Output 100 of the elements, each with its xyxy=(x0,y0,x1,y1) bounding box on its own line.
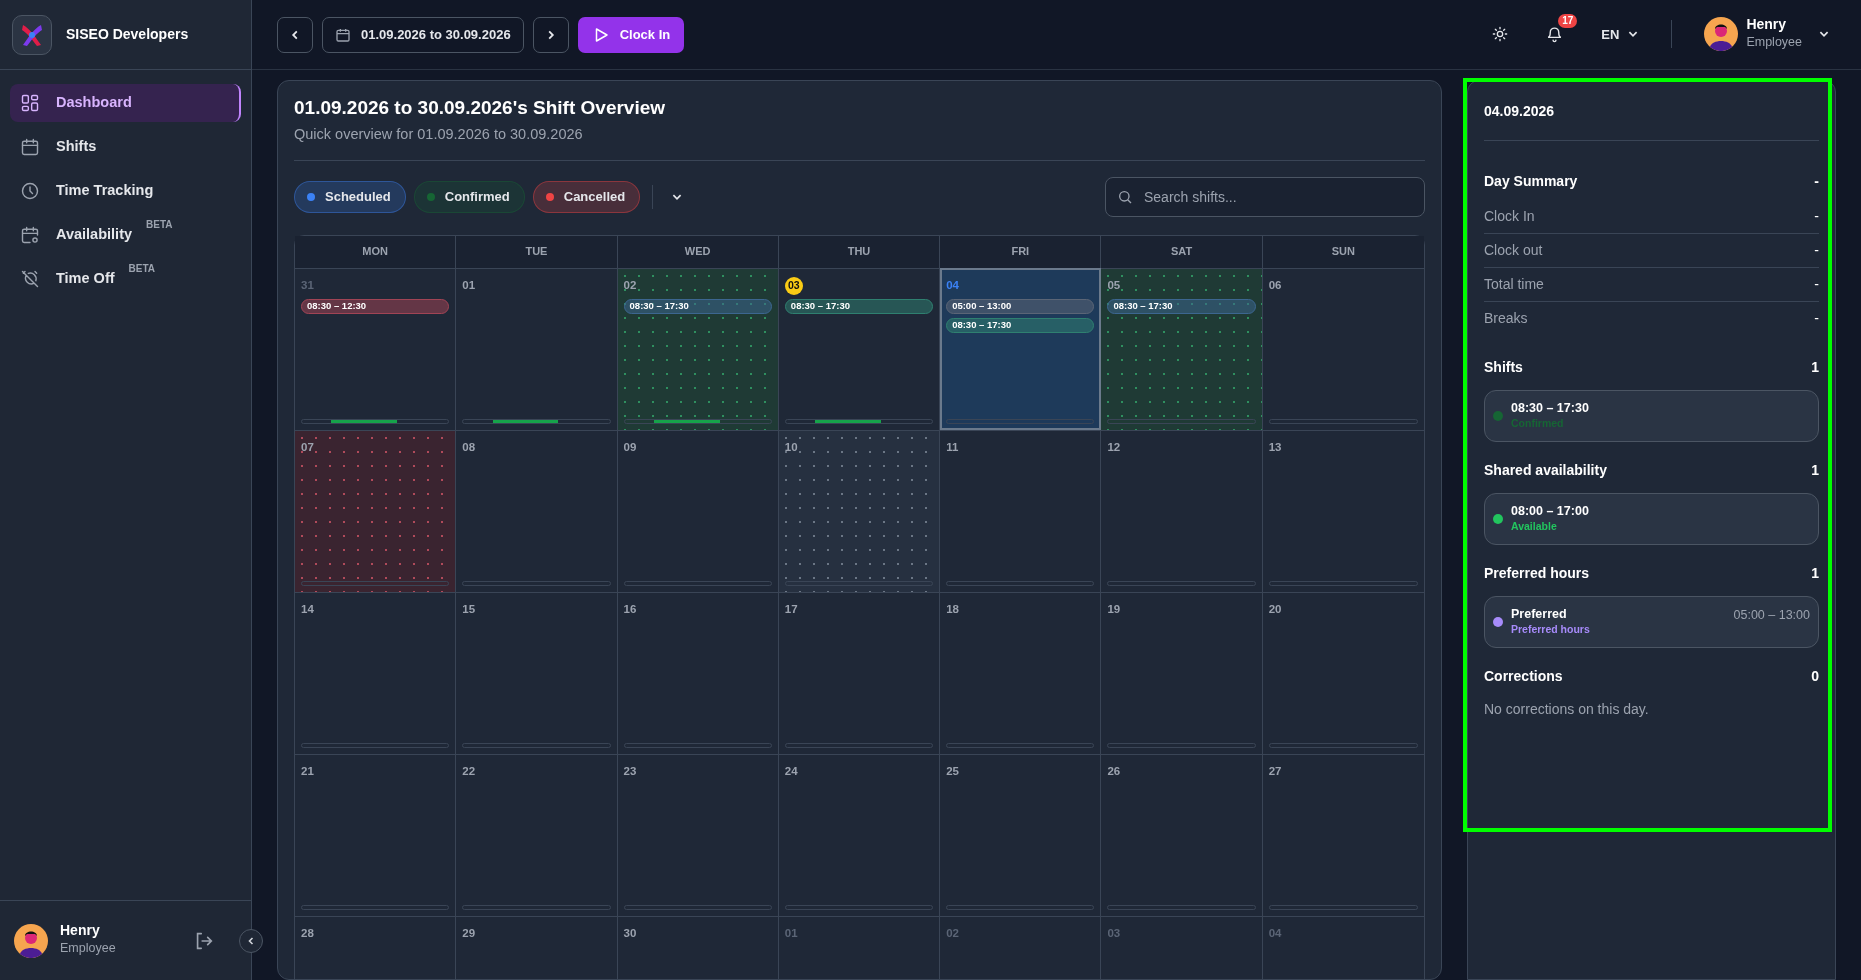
shift-pill[interactable]: 05:00 – 13:00 xyxy=(946,298,1095,314)
day-number: 17 xyxy=(784,601,799,617)
weekday-header: MON xyxy=(295,235,457,268)
search-field[interactable]: Search shifts... xyxy=(1105,176,1425,217)
day-number: 08 xyxy=(462,439,477,455)
shift-pill[interactable]: 08:30 – 17:30 xyxy=(784,298,934,314)
calendar-day-cell[interactable]: 16 xyxy=(617,591,779,754)
sidebar-item[interactable]: Time Off xyxy=(10,260,127,298)
entry-title: Preferred xyxy=(1511,606,1568,623)
calendar-day-cell[interactable]: 12 xyxy=(1101,429,1263,592)
calendar-day-cell[interactable]: 15 xyxy=(456,591,618,754)
sidebar-item[interactable]: Shifts xyxy=(10,128,241,166)
calendar-icon xyxy=(20,137,40,157)
calendar-day-cell[interactable]: 09 xyxy=(617,429,779,592)
calendar-day-cell[interactable]: 26 xyxy=(1101,753,1263,916)
alarm-off-icon xyxy=(20,269,40,289)
calendar-day-cell[interactable]: 18 xyxy=(940,591,1102,754)
calendar-day-cell[interactable]: 02 08:30 – 17:30 xyxy=(617,267,779,430)
calendar-day-cell[interactable]: 28 xyxy=(295,915,457,979)
day-number: 11 xyxy=(946,439,960,455)
calendar-day-cell[interactable]: 14 xyxy=(295,591,457,754)
calendar-day-cell[interactable]: 03 08:30 – 17:30 xyxy=(778,267,941,430)
user-menu[interactable]: Henry Employee xyxy=(1698,11,1836,58)
section-count: 0 xyxy=(1811,667,1819,686)
user-name: Henry xyxy=(1746,17,1788,33)
calendar-day-cell[interactable]: 11 xyxy=(940,429,1102,592)
section-title: Shifts xyxy=(1484,358,1523,377)
date-range-button[interactable]: 01.09.2026 to 30.09.2026 xyxy=(322,16,524,53)
calendar-day-cell[interactable]: 13 xyxy=(1262,429,1424,592)
day-number: 31 xyxy=(301,277,315,293)
calendar-day-cell[interactable]: 27 xyxy=(1262,753,1424,916)
summary-label: Breaks xyxy=(1484,309,1528,328)
section-title: Day Summary xyxy=(1484,172,1578,191)
day-number: 03 xyxy=(784,276,803,295)
day-number: 23 xyxy=(623,763,638,779)
entry-title: 08:00 – 17:00 xyxy=(1511,503,1589,520)
day-number: 30 xyxy=(623,925,638,941)
avatar xyxy=(1704,17,1739,52)
sidebar-item[interactable]: Time Tracking xyxy=(10,172,241,210)
day-number: 04 xyxy=(946,277,960,293)
day-number: 24 xyxy=(784,763,799,779)
day-number: 21 xyxy=(301,763,315,779)
section-count: 1 xyxy=(1811,461,1819,480)
entry-card[interactable]: Preferred Preferred hours 05:00 – 13:00 xyxy=(1484,596,1819,648)
shift-pill[interactable]: 08:30 – 17:30 xyxy=(623,298,772,314)
day-number: 29 xyxy=(462,925,477,941)
shift-pill[interactable]: 08:30 – 17:30 xyxy=(946,317,1095,333)
calendar-day-cell[interactable]: 29 xyxy=(456,915,618,979)
day-number: 16 xyxy=(623,601,638,617)
calendar-day-cell[interactable]: 19 xyxy=(1101,591,1263,754)
summary-label: Total time xyxy=(1484,275,1544,294)
calendar-day-cell[interactable]: 20 xyxy=(1262,591,1424,754)
day-number: 19 xyxy=(1107,601,1122,617)
sidebar-item[interactable]: Availability xyxy=(10,216,145,254)
summary-label: Clock In xyxy=(1484,207,1535,226)
section-count: 1 xyxy=(1811,564,1819,583)
calendar-icon xyxy=(335,26,351,43)
calendar-day-cell[interactable]: 10 xyxy=(778,429,941,592)
app-logo xyxy=(12,14,52,55)
day-number: 26 xyxy=(1107,763,1122,779)
clock-in-button[interactable]: Clock In xyxy=(577,16,685,53)
day-number: 20 xyxy=(1268,601,1283,617)
day-number: 18 xyxy=(946,601,960,617)
calendar-day-cell[interactable]: 25 xyxy=(940,753,1102,916)
calendar-day-cell[interactable]: 30 xyxy=(617,915,779,979)
calendar-day-cell[interactable]: 31 08:30 – 12:30 xyxy=(295,267,457,430)
calendar-day-cell[interactable]: 08 xyxy=(456,429,618,592)
language-selector[interactable]: EN xyxy=(1595,18,1646,51)
calendar-day-cell[interactable]: 04 05:00 – 13:00 08:30 – 17:30 xyxy=(940,267,1102,430)
entry-time: 05:00 – 13:00 xyxy=(1733,607,1810,624)
calendar-day-cell[interactable]: 17 xyxy=(778,591,941,754)
entry-subtitle: Available xyxy=(1511,519,1558,535)
calendar-day-cell[interactable]: 22 xyxy=(456,753,618,916)
entry-card[interactable]: 08:00 – 17:00 Available xyxy=(1484,493,1819,545)
calendar-day-cell[interactable]: 21 xyxy=(295,753,457,916)
notification-count: 17 xyxy=(1558,14,1578,28)
shift-pill[interactable]: 08:30 – 17:30 xyxy=(1107,298,1256,314)
calendar-day-cell[interactable]: 01 xyxy=(456,267,618,430)
summary-value: - xyxy=(1814,207,1819,226)
day-number: 04 xyxy=(1268,925,1283,941)
weekday-header: SUN xyxy=(1262,235,1424,268)
section-title: Corrections xyxy=(1484,667,1563,686)
summary-value: - xyxy=(1814,241,1819,260)
dashboard-icon xyxy=(20,93,40,113)
entry-subtitle: Preferred hours xyxy=(1511,622,1590,638)
filter-chip[interactable]: Confirmed xyxy=(413,180,525,213)
overview-subtitle: Quick overview for 01.09.2026 to 30.09.2026 xyxy=(294,124,584,144)
collapse-sidebar-button[interactable] xyxy=(239,929,263,953)
day-number: 12 xyxy=(1107,439,1122,455)
shift-pill[interactable]: 08:30 – 12:30 xyxy=(301,298,450,314)
filter-chip[interactable]: Cancelled xyxy=(532,180,641,213)
day-number: 02 xyxy=(946,925,960,941)
calendar-day-cell[interactable]: 24 xyxy=(778,753,941,916)
calendar-day-cell[interactable]: 07 xyxy=(295,429,457,592)
filter-chip[interactable]: Scheduled xyxy=(294,180,406,213)
calendar-day-cell[interactable]: 23 xyxy=(617,753,779,916)
calendar-day-cell[interactable]: 06 xyxy=(1262,267,1424,430)
calendar-day-cell[interactable]: 05 08:30 – 17:30 xyxy=(1101,267,1263,430)
section-count: 1 xyxy=(1811,358,1819,377)
sidebar-item[interactable]: Dashboard xyxy=(10,84,241,122)
